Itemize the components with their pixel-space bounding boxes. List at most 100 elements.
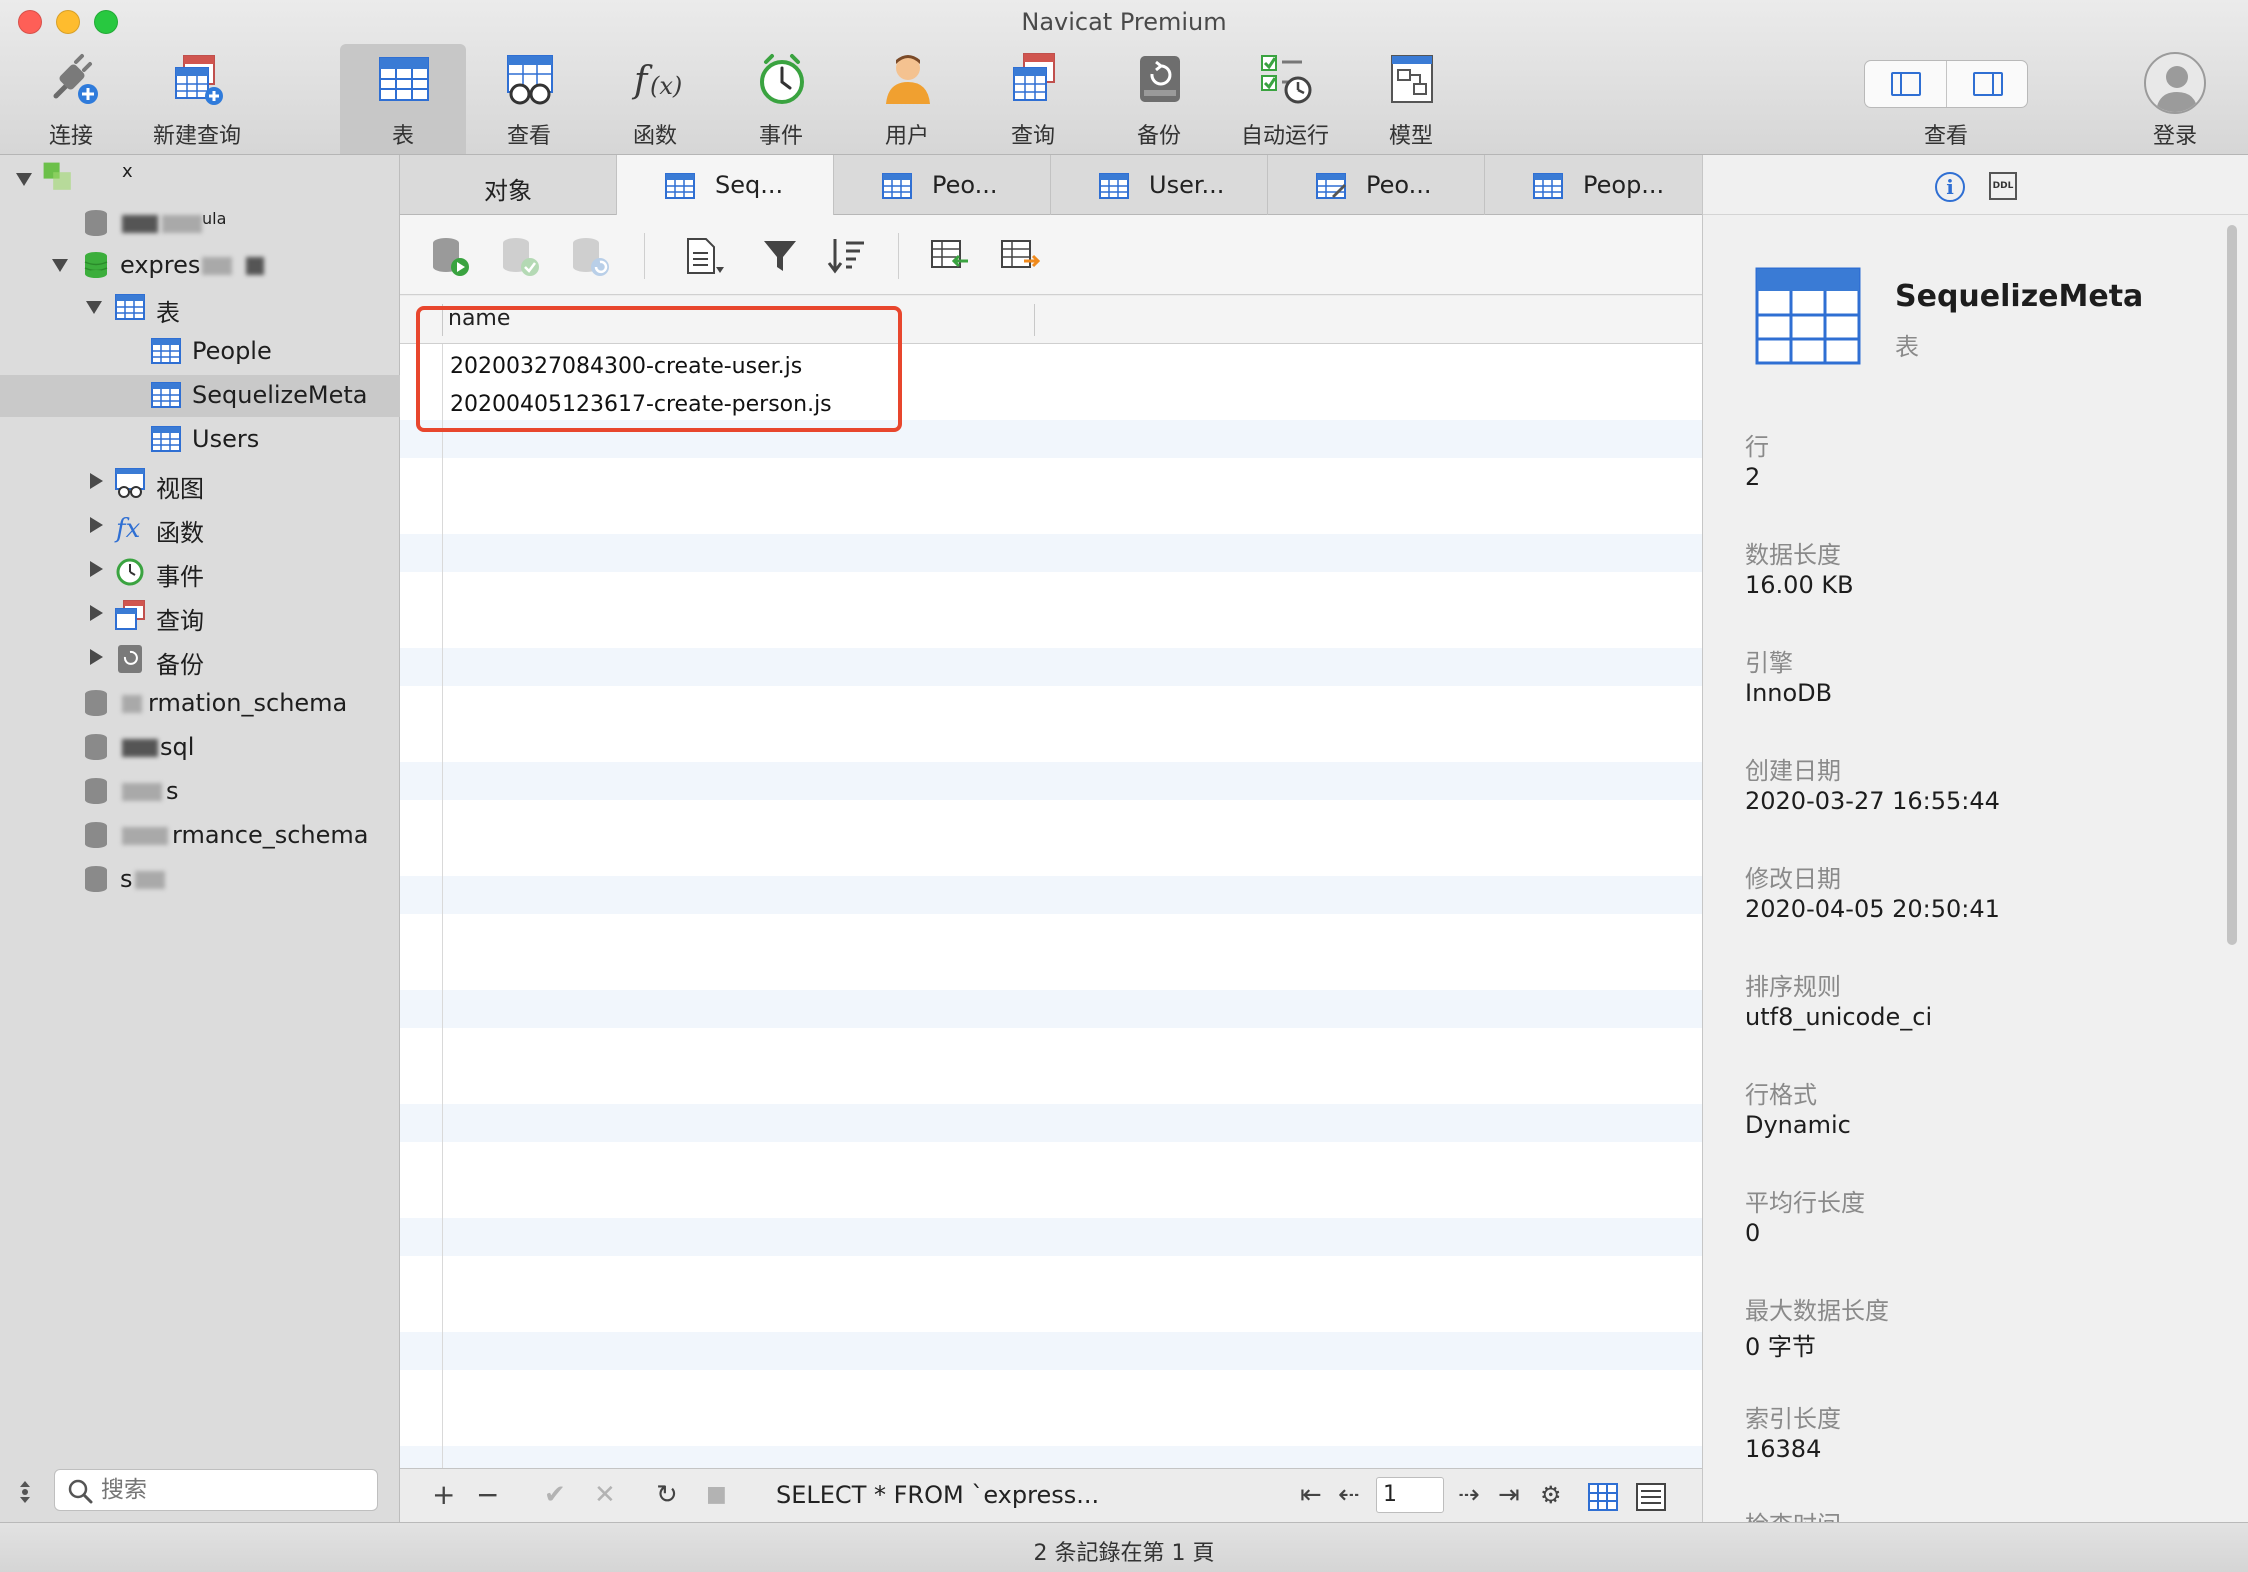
begin-transaction-icon[interactable] bbox=[430, 235, 470, 277]
prop-label: 创建日期 bbox=[1745, 757, 1841, 785]
toolbar-event-button[interactable]: 事件 bbox=[718, 44, 844, 154]
expand-arrow-icon[interactable] bbox=[90, 649, 103, 665]
apply-changes-button[interactable]: ✔ bbox=[544, 1477, 566, 1513]
toolbar-table-button[interactable]: 表 bbox=[340, 44, 466, 154]
tables-group-label: 表 bbox=[156, 299, 180, 327]
toolbar-function-button[interactable]: f (x) 函数 bbox=[592, 44, 718, 154]
add-record-button[interactable]: + bbox=[432, 1477, 455, 1513]
table-icon bbox=[151, 382, 181, 408]
tree-connection[interactable]: x bbox=[0, 161, 400, 203]
tab-people-2[interactable]: Peop... bbox=[1485, 155, 1702, 215]
prev-page-button[interactable]: ⇠ bbox=[1338, 1477, 1360, 1513]
refresh-button[interactable]: ↻ bbox=[656, 1477, 678, 1513]
toolbar-backup-button[interactable]: 备份 bbox=[1096, 44, 1222, 154]
sort-icon[interactable] bbox=[826, 235, 866, 277]
filter-icon[interactable] bbox=[760, 235, 800, 277]
toggle-left-panel-button[interactable] bbox=[1865, 61, 1946, 107]
tree-database-express[interactable]: expres bbox=[0, 245, 400, 287]
toolbar-model-button[interactable]: 模型 bbox=[1348, 44, 1474, 154]
tab-label: Peo... bbox=[932, 171, 998, 199]
export-icon[interactable] bbox=[1000, 235, 1040, 277]
tab-sequelizemeta[interactable]: Seq... bbox=[617, 155, 834, 216]
prop-label: 行格式 bbox=[1745, 1081, 1817, 1109]
collapse-arrow-icon[interactable] bbox=[52, 259, 68, 272]
prop-value: Dynamic bbox=[1745, 1111, 1851, 1139]
table-name: People bbox=[192, 337, 272, 365]
delete-record-button[interactable]: − bbox=[476, 1477, 499, 1513]
toolbar-backup-label: 备份 bbox=[1136, 124, 1181, 149]
prop-value: 0 bbox=[1745, 1219, 1761, 1247]
tree-database[interactable]: s bbox=[0, 859, 400, 901]
filter-toggle-icon[interactable] bbox=[14, 1479, 36, 1505]
toolbar-model-label: 模型 bbox=[1388, 124, 1433, 149]
first-page-button[interactable]: ⇤ bbox=[1300, 1477, 1322, 1513]
object-tree-sidebar: x ula expres 表 People SequelizeMeta User… bbox=[0, 155, 400, 1522]
tree-database[interactable]: sql bbox=[0, 727, 400, 769]
info-panel-scrollbar[interactable] bbox=[2227, 225, 2237, 945]
toolbar-view-button[interactable]: 查看 bbox=[466, 44, 592, 154]
tab-objects[interactable]: 对象 bbox=[400, 155, 617, 215]
function-fx-icon: f (x) bbox=[631, 60, 682, 101]
toolbar-connection-button[interactable]: 连接 bbox=[8, 44, 134, 154]
database-name: sql bbox=[122, 733, 194, 761]
tree-group-tables[interactable]: 表 bbox=[0, 287, 400, 329]
stop-button[interactable]: ■ bbox=[706, 1477, 727, 1513]
next-page-button[interactable]: ⇢ bbox=[1458, 1477, 1480, 1513]
rollback-icon[interactable] bbox=[570, 235, 610, 277]
tree-database[interactable]: rmation_schema bbox=[0, 683, 400, 725]
row-stripe bbox=[400, 648, 1702, 686]
database-icon bbox=[85, 778, 107, 804]
login-button[interactable] bbox=[2144, 52, 2206, 114]
tab-users[interactable]: User... bbox=[1051, 155, 1268, 215]
expand-arrow-icon[interactable] bbox=[90, 517, 103, 533]
group-label: 视图 bbox=[156, 475, 204, 503]
sql-preview[interactable]: SELECT * FROM `express... bbox=[776, 1481, 1099, 1509]
page-number-input[interactable]: 1 bbox=[1376, 1477, 1444, 1513]
query-icon bbox=[1013, 53, 1055, 101]
discard-changes-button[interactable]: ✕ bbox=[594, 1477, 616, 1513]
toolbar-new-query-button[interactable]: 新建查询 bbox=[134, 44, 260, 154]
ddl-tab-icon[interactable]: DDL bbox=[1989, 172, 2017, 200]
settings-gear-button[interactable]: ⚙ bbox=[1540, 1477, 1562, 1513]
tree-group-functions[interactable]: fx 函数 bbox=[0, 507, 400, 549]
import-icon[interactable] bbox=[930, 235, 970, 277]
collapse-arrow-icon[interactable] bbox=[86, 301, 102, 314]
tab-people[interactable]: Peo... bbox=[834, 155, 1051, 215]
info-tab-icon[interactable]: i bbox=[1935, 172, 1965, 202]
toolbar-query-button[interactable]: 查询 bbox=[970, 44, 1096, 154]
tree-group-views[interactable]: 视图 bbox=[0, 463, 400, 505]
expand-arrow-icon[interactable] bbox=[90, 561, 103, 577]
toolbar-user-button[interactable]: 用户 bbox=[844, 44, 970, 154]
view-segmented-control bbox=[1864, 60, 2028, 108]
expand-arrow-icon[interactable] bbox=[90, 605, 103, 621]
prop-value: 16384 bbox=[1745, 1435, 1822, 1463]
form-view-icon[interactable] bbox=[1636, 1483, 1666, 1511]
tree-group-events[interactable]: 事件 bbox=[0, 551, 400, 593]
toolbar-separator bbox=[644, 233, 645, 279]
tree-table-users[interactable]: Users bbox=[0, 419, 400, 461]
tree-table-sequelizemeta[interactable]: SequelizeMeta bbox=[0, 375, 400, 417]
database-name: s bbox=[122, 777, 179, 805]
tree-database[interactable]: rmance_schema bbox=[0, 815, 400, 857]
tree-database[interactable]: ula bbox=[0, 203, 400, 245]
commit-icon[interactable] bbox=[500, 235, 540, 277]
sidebar-search-input[interactable] bbox=[101, 1474, 367, 1506]
grid-view-icon[interactable] bbox=[1588, 1483, 1618, 1511]
row-stripe bbox=[400, 1446, 1702, 1468]
query-icon bbox=[115, 600, 145, 630]
column-divider[interactable] bbox=[1034, 304, 1035, 336]
toolbar-automation-button[interactable]: 自动运行 bbox=[1222, 44, 1348, 154]
tree-database[interactable]: s bbox=[0, 771, 400, 813]
tree-group-queries[interactable]: 查询 bbox=[0, 595, 400, 637]
toggle-right-panel-button[interactable] bbox=[1945, 61, 2028, 107]
collapse-arrow-icon[interactable] bbox=[16, 173, 32, 186]
tree-table-people[interactable]: People bbox=[0, 331, 400, 373]
text-view-icon[interactable] bbox=[684, 235, 724, 277]
last-page-button[interactable]: ⇥ bbox=[1498, 1477, 1520, 1513]
expand-arrow-icon[interactable] bbox=[90, 473, 103, 489]
tree-group-backups[interactable]: 备份 bbox=[0, 639, 400, 681]
view-glasses-icon bbox=[507, 55, 553, 105]
table-icon bbox=[151, 338, 181, 364]
tab-people-design[interactable]: Peo... bbox=[1268, 155, 1485, 215]
table-name: Users bbox=[192, 425, 260, 453]
